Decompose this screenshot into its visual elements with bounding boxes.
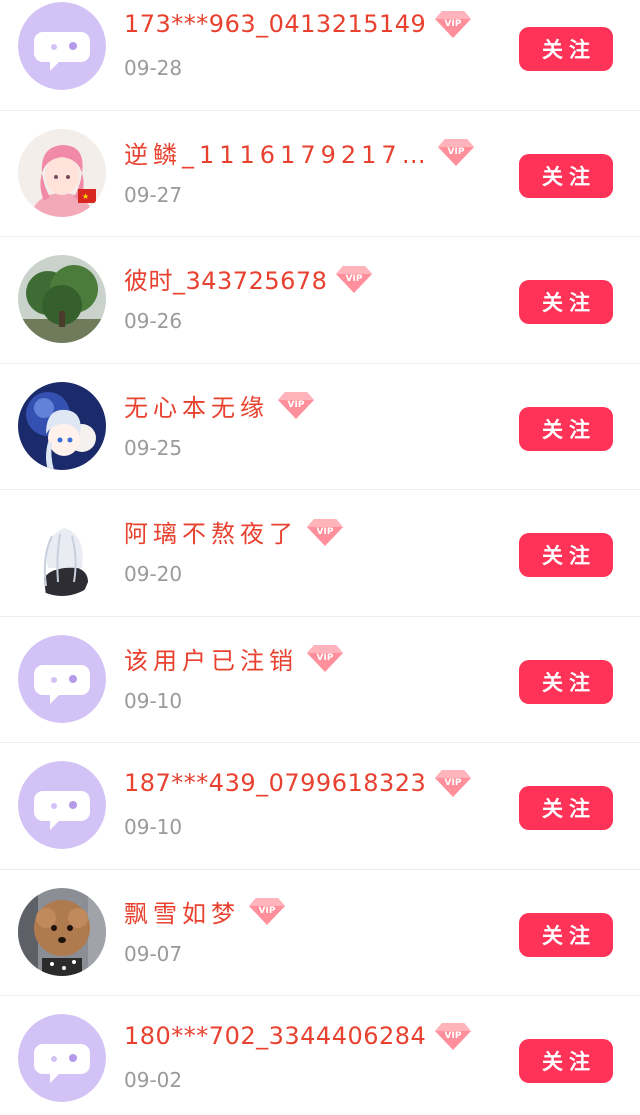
name-line: 该用户已注销 VIP [124,641,344,676]
vip-diamond-icon: VIP [434,1020,472,1052]
user-name[interactable]: 187***439_0799618323 [124,769,426,797]
svg-text:VIP: VIP [346,274,363,284]
name-line: 187***439_0799618323 VIP [124,767,472,799]
name-line: 无心本无缘 VIP [124,388,315,423]
name-line: 飘雪如梦 VIP [124,894,286,929]
user-name[interactable]: 彼时_343725678 [124,261,327,296]
follow-button[interactable]: 关注 [519,280,613,324]
follow-button[interactable]: 关注 [519,786,613,830]
follow-date: 09-28 [124,56,183,80]
default-avatar[interactable] [18,2,106,90]
follow-button[interactable]: 关注 [519,912,613,957]
anime-pink-hair-avatar[interactable]: ★ [18,128,106,217]
follow-date: 09-10 [124,815,183,839]
vip-diamond-icon: VIP [306,642,344,674]
list-item[interactable]: ★ 逆鳞_11161792173928… VIP 09-27 关注 [0,111,640,237]
name-line: 173***963_0413215149 VIP [124,8,472,40]
follow-button[interactable]: 关注 [519,406,613,451]
follow-date: 09-27 [124,182,183,207]
svg-text:VIP: VIP [317,653,334,663]
follow-date: 09-10 [124,688,183,713]
user-name[interactable]: 无心本无缘 [124,388,269,423]
follow-button[interactable]: 关注 [519,1039,613,1083]
user-name[interactable]: 180***702_3344406284 [124,1022,426,1050]
poodle-avatar[interactable] [18,887,106,976]
default-avatar[interactable] [18,761,106,849]
user-name[interactable]: 飘雪如梦 [124,894,240,929]
default-avatar[interactable] [18,1014,106,1102]
svg-text:VIP: VIP [445,778,462,788]
list-item[interactable]: 该用户已注销 VIP 09-10 关注 [0,617,640,743]
list-item[interactable]: 187***439_0799618323 VIP 09-10 关注 [0,743,640,870]
follow-date: 09-26 [124,309,183,333]
svg-text:★: ★ [82,192,89,201]
svg-text:VIP: VIP [448,147,465,157]
svg-text:VIP: VIP [317,527,334,537]
vip-diamond-icon: VIP [306,516,344,548]
vip-diamond-icon: VIP [434,8,472,40]
vip-diamond-icon: VIP [335,263,373,295]
follow-button[interactable]: 关注 [519,659,613,704]
list-item[interactable]: 无心本无缘 VIP 09-25 关注 [0,364,640,490]
vip-diamond-icon: VIP [434,767,472,799]
follow-date: 09-25 [124,435,183,460]
default-avatar[interactable] [18,634,106,723]
vip-diamond-icon: VIP [437,136,475,168]
list-item[interactable]: 阿璃不熬夜了 VIP 09-20 关注 [0,490,640,617]
svg-text:VIP: VIP [288,400,305,410]
name-line: 阿璃不熬夜了 VIP [124,514,344,549]
follow-date: 09-02 [124,1068,183,1092]
vip-diamond-icon: VIP [248,895,286,927]
svg-text:VIP: VIP [259,906,276,916]
follow-button[interactable]: 关注 [519,153,613,198]
user-name[interactable]: 阿璃不熬夜了 [124,514,298,549]
name-line: 180***702_3344406284 VIP [124,1020,472,1052]
list-item[interactable]: 173***963_0413215149 VIP 09-28 关注 [0,0,640,111]
tree-avatar[interactable] [18,255,106,343]
follower-list: 173***963_0413215149 VIP 09-28 关注 ★ 逆鳞_1… [0,0,640,1102]
follow-date: 09-20 [124,562,183,586]
vip-diamond-icon: VIP [277,389,315,421]
user-name[interactable]: 逆鳞_11161792173928… [124,135,429,170]
svg-text:VIP: VIP [445,1031,462,1041]
name-line: 逆鳞_11161792173928… VIP [124,135,475,170]
name-line: 彼时_343725678 VIP [124,261,373,296]
follow-button[interactable]: 关注 [519,27,613,71]
list-item[interactable]: 180***702_3344406284 VIP 09-02 关注 [0,996,640,1115]
svg-text:VIP: VIP [445,19,462,29]
list-item[interactable]: 飘雪如梦 VIP 09-07 关注 [0,870,640,996]
user-name[interactable]: 该用户已注销 [124,641,298,676]
anime-night-avatar[interactable] [18,381,106,470]
anime-white-hair-avatar[interactable] [18,508,106,596]
follow-button[interactable]: 关注 [519,533,613,577]
follow-date: 09-07 [124,941,183,966]
user-name[interactable]: 173***963_0413215149 [124,10,426,38]
list-item[interactable]: 彼时_343725678 VIP 09-26 关注 [0,237,640,364]
